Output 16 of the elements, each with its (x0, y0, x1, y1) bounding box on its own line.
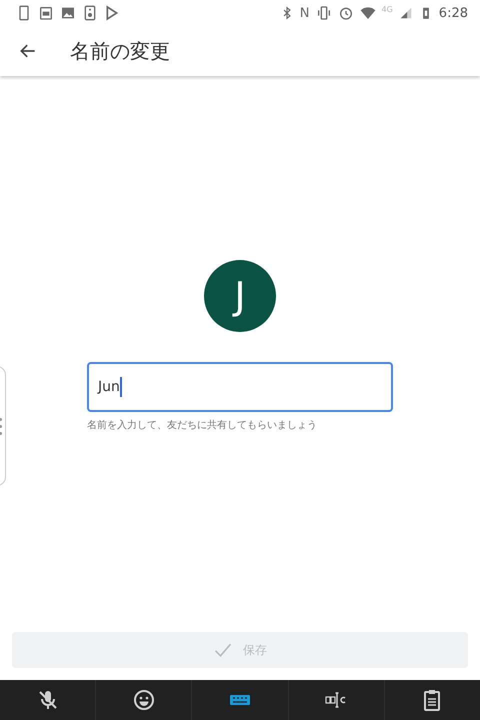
page-title: 名前の変更 (70, 38, 170, 64)
nfc-label: N (300, 6, 310, 20)
wifi-icon (360, 5, 376, 21)
helper-text: 名前を入力して、友だちに共有してもらいましょう (87, 418, 318, 432)
alarm-icon (338, 5, 354, 21)
name-field[interactable]: Jun (87, 362, 393, 412)
calendar-icon (38, 5, 54, 21)
image-icon (60, 5, 76, 21)
network-label: 4G (382, 5, 393, 14)
play-store-icon (104, 5, 120, 21)
clock: 6:28 (438, 6, 468, 20)
avatar: J (204, 260, 276, 332)
signal-icon (398, 5, 413, 21)
speaker-icon (82, 5, 98, 21)
vibrate-icon (316, 5, 332, 21)
smiley-icon (132, 688, 156, 712)
